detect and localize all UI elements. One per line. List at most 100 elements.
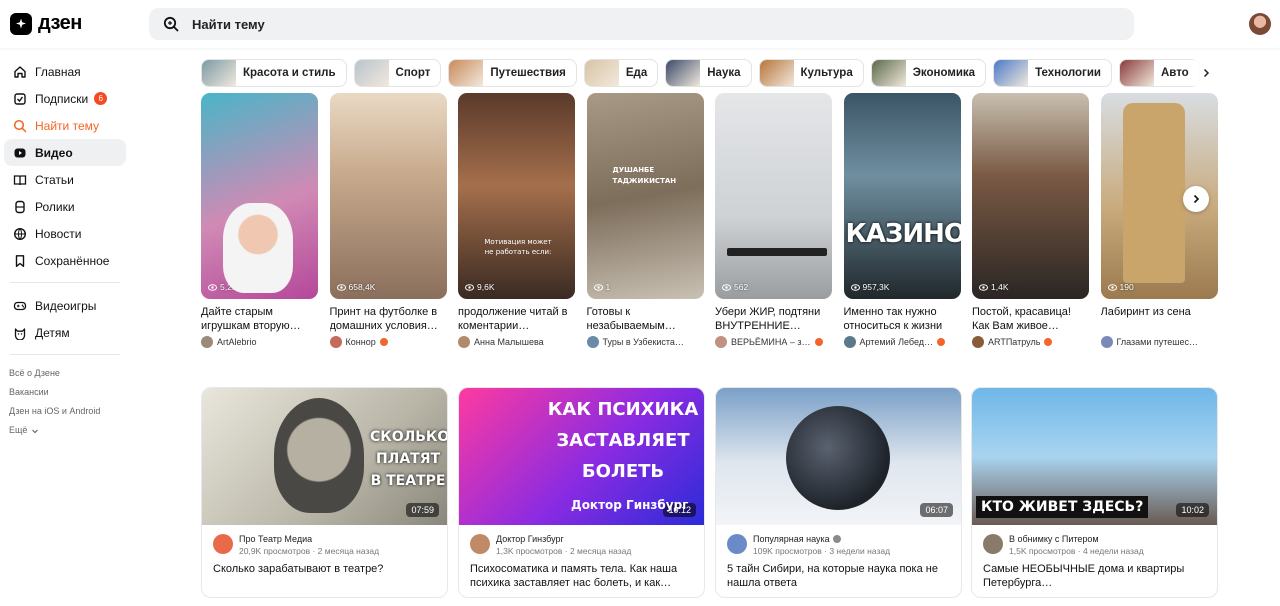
category-label: Наука [707, 67, 741, 79]
search-icon [163, 16, 179, 32]
sidebar-item-subscriptions[interactable]: Подписки 6 [4, 85, 126, 112]
short-card[interactable]: 9,6K Мотивация может не работать если: про… [458, 93, 575, 348]
short-channel[interactable]: ArtAlebrio [201, 336, 318, 348]
short-thumbnail[interactable]: 562 [715, 93, 832, 299]
category-label: Авто [1160, 67, 1189, 79]
short-channel[interactable]: ВЕРЬЁМИНА – з… [715, 336, 832, 348]
sidebar-item-label: Главная [35, 64, 81, 79]
sidebar-item-articles[interactable]: Статьи [4, 166, 126, 193]
video-title[interactable]: Самые НЕОБЫЧНЫЕ дома и квартиры Петербур… [972, 556, 1217, 590]
short-caption: Мотивация может не работать если: [484, 238, 552, 256]
video-overlay-text: КТО ЖИВЕТ ЗДЕСЬ? [976, 496, 1149, 518]
search-placeholder: Найти тему [192, 16, 265, 32]
sidebar-item-saved[interactable]: Сохранённое [4, 247, 126, 274]
short-title[interactable]: Готовы к незабываемым… [587, 305, 704, 333]
video-overlay-subtitle: Доктор Гинзбург [571, 498, 689, 512]
views-count: 1 [605, 282, 611, 292]
sidebar-item-video[interactable]: Видео [4, 139, 126, 166]
short-title[interactable]: Именно так нужно относиться к жизни [844, 305, 961, 333]
sidebar-item-news[interactable]: Новости [4, 220, 126, 247]
video-title[interactable]: 5 тайн Сибири, на которые наука пока не … [716, 556, 961, 590]
sidebar-item-label: Видео [35, 145, 73, 160]
footer-link-about[interactable]: Всё о Дзене [0, 364, 130, 383]
categories-next-button[interactable] [1193, 59, 1219, 87]
channel-name: Коннор [345, 337, 376, 347]
video-thumbnail[interactable]: 06:07 [716, 388, 961, 525]
sidebar-item-find-topic[interactable]: Найти тему [4, 112, 126, 139]
category-chip[interactable]: Экономика [870, 59, 987, 87]
user-avatar[interactable] [1249, 13, 1271, 35]
video-card[interactable]: 10:12 КАК ПСИХИКА ЗАСТАВЛЯЕТ БОЛЕТЬ Доктор… [458, 387, 705, 598]
footer-link-apps[interactable]: Дзен на iOS и Android [0, 402, 130, 421]
short-thumbnail[interactable]: 5,2K [201, 93, 318, 299]
short-channel[interactable]: Анна Малышева [458, 336, 575, 348]
short-channel[interactable]: Коннор [329, 336, 447, 348]
video-title[interactable]: Сколько зарабатывают в театре? [202, 556, 447, 590]
short-card[interactable]: 190 Лабиринт из сена Глазами путешес… [1100, 93, 1218, 348]
channel-name-row[interactable]: Доктор Гинзбург [496, 534, 631, 544]
short-channel[interactable]: ARTПатруль [972, 336, 1089, 348]
short-thumbnail[interactable]: 957,3K КАЗИНО [843, 93, 961, 299]
shorts-row: 5,2K Дайте старым игрушкам вторую… ArtAleb… [201, 93, 1219, 353]
short-card[interactable]: 5,2K Дайте старым игрушкам вторую… ArtAleb… [201, 93, 318, 348]
short-channel[interactable]: Глазами путешес… [1100, 336, 1218, 348]
channel-avatar[interactable] [983, 534, 1003, 554]
channel-name: В обнимку с Питером [1009, 534, 1099, 544]
short-title[interactable]: Лабиринт из сена [1101, 305, 1218, 333]
sidebar-item-label: Детям [35, 325, 70, 340]
short-title[interactable]: Убери ЖИР, подтяни ВНУТРЕННИЕ… [715, 305, 832, 333]
short-channel[interactable]: Артемий Лебед… [843, 336, 961, 348]
video-card[interactable]: 07:59 СКОЛЬКО ПЛАТЯТ В ТЕАТРЕ Про Театр Ме… [201, 387, 448, 598]
video-title[interactable]: Психосоматика и память тела. Как наша пс… [459, 556, 704, 590]
video-thumbnail[interactable]: 07:59 СКОЛЬКО ПЛАТЯТ В ТЕАТРЕ [202, 388, 447, 525]
short-card[interactable]: 1 ДУШАНБЕ ТАДЖИКИСТАН Готовы к незабываемы… [586, 93, 704, 348]
channel-name-row[interactable]: Про Театр Медиа [239, 534, 379, 544]
short-thumbnail[interactable]: 1 ДУШАНБЕ ТАДЖИКИСТАН [586, 93, 704, 299]
short-card[interactable]: 957,3K КАЗИНО Именно так нужно относиться … [843, 93, 961, 348]
channel-avatar[interactable] [213, 534, 233, 554]
category-chip[interactable]: Наука [665, 59, 752, 87]
category-chip[interactable]: Еда [583, 59, 659, 87]
sidebar-item-videogames[interactable]: Видеоигры [4, 292, 126, 319]
short-title[interactable]: Принт на футболке в домашних условия… [330, 305, 447, 333]
channel-name-row[interactable]: В обнимку с Питером [1009, 534, 1144, 544]
channel-avatar[interactable] [470, 534, 490, 554]
sidebar-item-label: Ролики [35, 199, 75, 214]
video-card[interactable]: 10:02 КТО ЖИВЕТ ЗДЕСЬ? В обнимку с Питером… [971, 387, 1218, 598]
short-thumbnail[interactable]: 9,6K Мотивация может не работать если: [458, 93, 575, 299]
short-title[interactable]: продолжение читай в коментарии… [458, 305, 575, 333]
short-channel[interactable]: Туры в Узбекиста… [586, 336, 704, 348]
category-chip[interactable]: Путешествия [448, 59, 577, 87]
category-chip[interactable]: Авто [1118, 59, 1200, 87]
video-sphere [786, 406, 890, 510]
sidebar-item-clips[interactable]: Ролики [4, 193, 126, 220]
channel-avatar [843, 336, 856, 348]
short-views: 190 [1107, 282, 1134, 292]
search-input[interactable]: Найти тему [149, 8, 1134, 40]
dzen-logo[interactable]: дзен [10, 12, 82, 35]
footer-link-more[interactable]: Ещё [0, 421, 130, 440]
sidebar-item-kids[interactable]: Детям [4, 319, 126, 346]
sidebar-item-home[interactable]: Главная [4, 58, 126, 85]
video-thumbnail[interactable]: 10:02 КТО ЖИВЕТ ЗДЕСЬ? [972, 388, 1217, 525]
category-chip[interactable]: Культура [758, 59, 864, 87]
category-chip[interactable]: Технологии [993, 59, 1112, 87]
views-count: 957,3K [862, 282, 890, 292]
short-card[interactable]: 1,4K Постой, красавица! Как Вам живое… ART… [972, 93, 1089, 348]
category-chip[interactable]: Спорт [353, 59, 442, 87]
short-title[interactable]: Дайте старым игрушкам вторую… [201, 305, 318, 333]
footer-link-jobs[interactable]: Вакансии [0, 383, 130, 402]
channel-name-row[interactable]: Популярная наука [753, 534, 890, 544]
short-thumbnail[interactable]: 658,4K [329, 93, 447, 299]
short-card[interactable]: 562 Убери ЖИР, подтяни ВНУТРЕННИЕ… ВЕРЬЁМИ… [715, 93, 832, 348]
channel-avatar[interactable] [727, 534, 747, 554]
short-title[interactable]: Постой, красавица! Как Вам живое… [972, 305, 1089, 333]
video-card[interactable]: 06:07 Популярная наука 109K просмотров · 3… [715, 387, 962, 598]
short-card[interactable]: 658,4K Принт на футболке в домашних услов… [329, 93, 447, 348]
category-chip[interactable]: Красота и стиль [201, 59, 347, 87]
sidebar: Главная Подписки 6 Найти тему Видео Стат… [0, 58, 130, 440]
video-meta: Популярная наука 109K просмотров · 3 неде… [716, 525, 961, 556]
shorts-next-button[interactable] [1183, 186, 1209, 212]
video-thumbnail[interactable]: 10:12 КАК ПСИХИКА ЗАСТАВЛЯЕТ БОЛЕТЬ Доктор… [459, 388, 704, 525]
short-thumbnail[interactable]: 1,4K [972, 93, 1089, 299]
